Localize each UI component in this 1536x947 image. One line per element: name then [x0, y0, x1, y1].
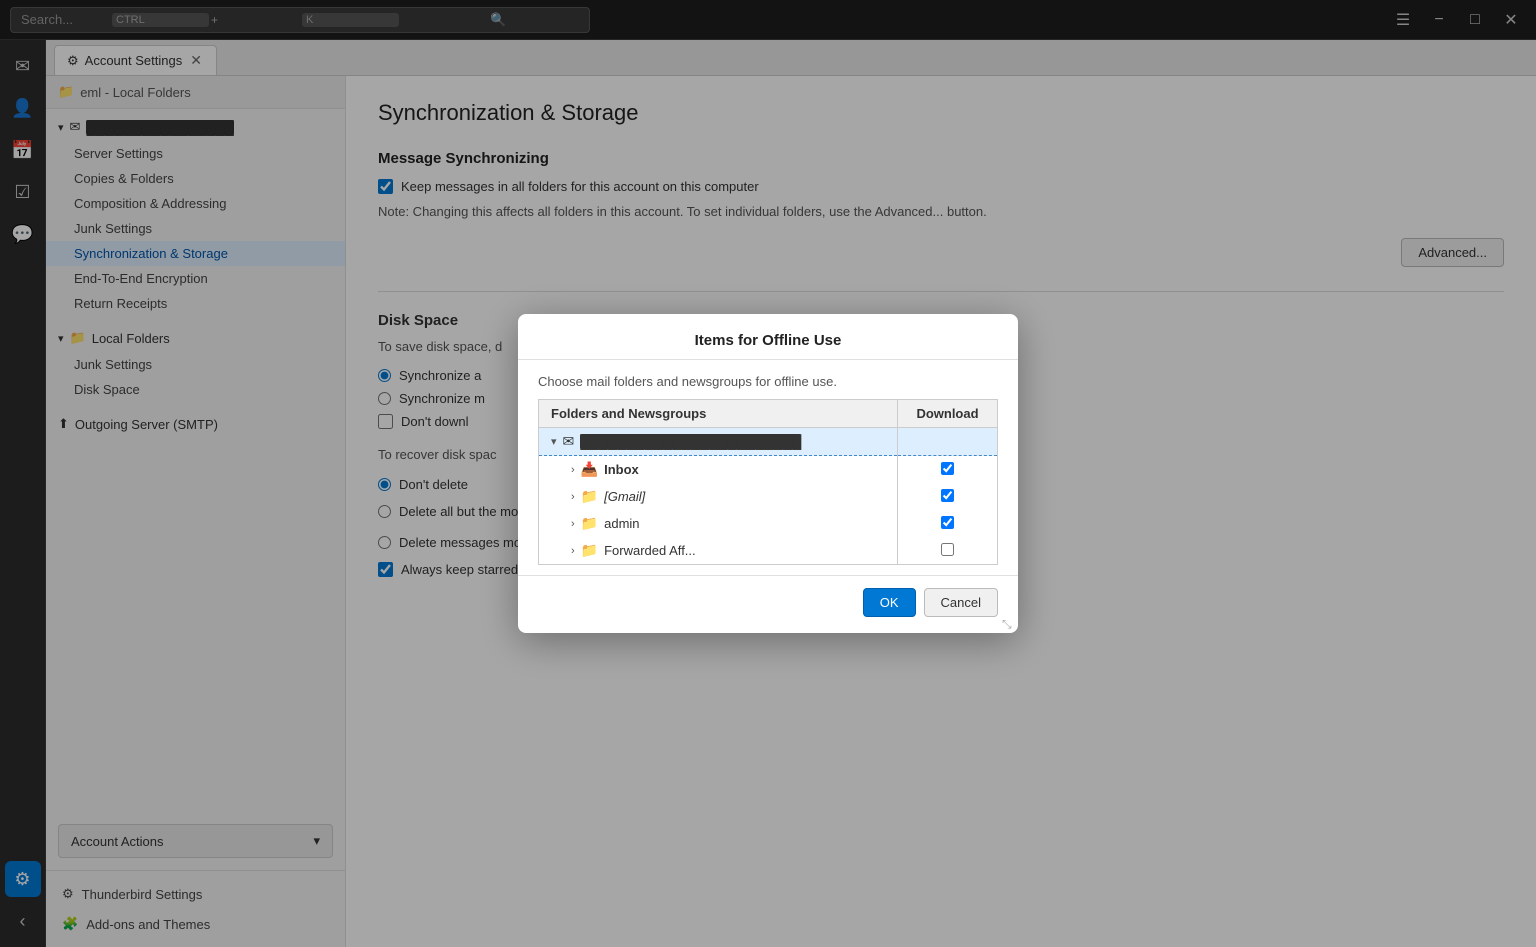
- account-expand-btn[interactable]: ▾: [551, 435, 557, 448]
- account-folder-name: ▾ ✉ ████████████████████████: [551, 433, 885, 450]
- account-label: ████████████████████████: [580, 434, 801, 449]
- gmail-folder-cell: › 📁 [Gmail]: [539, 483, 898, 510]
- table-header-row: Folders and Newsgroups Download: [539, 400, 998, 428]
- admin-download-checkbox[interactable]: [941, 516, 954, 529]
- inbox-folder-name: › 📥 Inbox: [551, 461, 885, 478]
- table-row-gmail: › 📁 [Gmail]: [539, 483, 998, 510]
- inbox-folder-cell: › 📥 Inbox: [539, 456, 898, 484]
- table-row-inbox: › 📥 Inbox: [539, 456, 998, 484]
- table-row-account: ▾ ✉ ████████████████████████: [539, 428, 998, 456]
- more-folder-name: › 📁 Forwarded Aff...: [551, 542, 885, 559]
- admin-icon: 📁: [581, 515, 598, 532]
- inbox-download-cell: [898, 456, 998, 484]
- admin-expand-btn[interactable]: ›: [571, 518, 575, 530]
- gmail-label: [Gmail]: [604, 489, 645, 504]
- items-for-offline-modal: Items for Offline Use Choose mail folder…: [518, 314, 1018, 633]
- account-mail-icon: ✉: [563, 433, 575, 450]
- modal-body: Choose mail folders and newsgroups for o…: [518, 360, 1018, 575]
- col-folders: Folders and Newsgroups: [539, 400, 898, 428]
- more-download-cell: [898, 537, 998, 565]
- inbox-icon: 📥: [581, 461, 598, 478]
- modal-footer: OK Cancel: [518, 575, 1018, 633]
- gmail-download-checkbox[interactable]: [941, 489, 954, 502]
- more-download-checkbox[interactable]: [941, 543, 954, 556]
- admin-folder-cell: › 📁 admin: [539, 510, 898, 537]
- ok-button[interactable]: OK: [863, 588, 916, 617]
- modal-subtitle: Choose mail folders and newsgroups for o…: [538, 374, 998, 389]
- modal-resize-handle[interactable]: ⤡: [1002, 617, 1014, 629]
- admin-download-cell: [898, 510, 998, 537]
- account-folder-cell: ▾ ✉ ████████████████████████: [539, 428, 898, 456]
- inbox-expand-btn[interactable]: ›: [571, 464, 575, 476]
- account-download-cell: [898, 428, 998, 456]
- modal-overlay: Items for Offline Use Choose mail folder…: [0, 0, 1536, 947]
- more-icon: 📁: [581, 542, 598, 559]
- gmail-expand-btn[interactable]: ›: [571, 491, 575, 503]
- cancel-button[interactable]: Cancel: [924, 588, 998, 617]
- admin-folder-name: › 📁 admin: [551, 515, 885, 532]
- gmail-folder-name: › 📁 [Gmail]: [551, 488, 885, 505]
- more-label: Forwarded Aff...: [604, 543, 696, 558]
- more-expand-btn[interactable]: ›: [571, 545, 575, 557]
- inbox-download-checkbox[interactable]: [941, 462, 954, 475]
- gmail-icon: 📁: [581, 488, 598, 505]
- admin-label: admin: [604, 516, 639, 531]
- table-row-more: › 📁 Forwarded Aff...: [539, 537, 998, 565]
- more-folder-cell: › 📁 Forwarded Aff...: [539, 537, 898, 565]
- inbox-label: Inbox: [604, 462, 639, 477]
- gmail-download-cell: [898, 483, 998, 510]
- modal-title: Items for Offline Use: [518, 314, 1018, 360]
- folders-table: Folders and Newsgroups Download ▾ ✉ ████…: [538, 399, 998, 565]
- table-row-admin: › 📁 admin: [539, 510, 998, 537]
- col-download: Download: [898, 400, 998, 428]
